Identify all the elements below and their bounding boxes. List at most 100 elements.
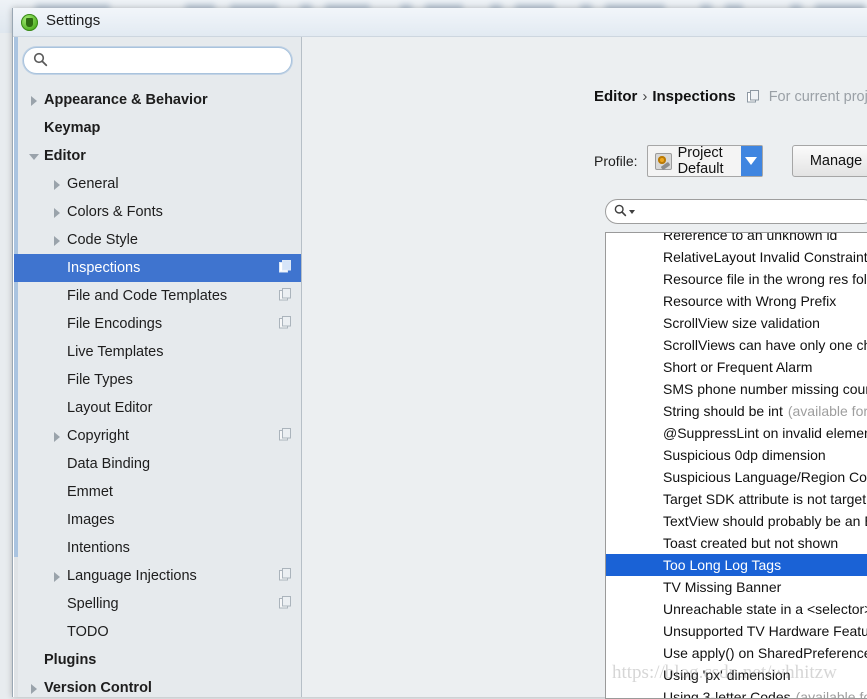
chevron-down-icon[interactable] (741, 146, 762, 176)
search-box[interactable] (23, 47, 292, 74)
sidebar-item-emmet[interactable]: Emmet (14, 478, 301, 506)
sidebar-item-file-encodings[interactable]: File Encodings (14, 310, 301, 338)
chevron-right-icon[interactable] (28, 94, 41, 107)
filter-input[interactable] (635, 203, 867, 220)
copy-icon[interactable] (279, 568, 292, 584)
breadcrumb-separator: › (642, 88, 648, 105)
sidebar-item-intentions[interactable]: Intentions (14, 534, 301, 562)
inspection-name: Suspicious 0dp dimension (663, 447, 826, 463)
sidebar-item-label: Language Injections (67, 568, 197, 584)
sidebar-item-label: Colors & Fonts (67, 204, 163, 220)
copy-icon[interactable] (279, 260, 292, 276)
copy-icon[interactable] (279, 288, 292, 304)
sidebar-item-file-types[interactable]: File Types (14, 366, 301, 394)
inspection-row[interactable]: RelativeLayout Invalid Constraints (606, 246, 867, 268)
inspection-row[interactable]: TV Missing Banner (606, 576, 867, 598)
inspection-row[interactable]: Short or Frequent Alarm (606, 356, 867, 378)
inspection-row[interactable]: ScrollViews can have only one child (606, 334, 867, 356)
sidebar-item-label: Live Templates (67, 344, 164, 360)
sidebar-item-file-and-code-templates[interactable]: File and Code Templates (14, 282, 301, 310)
sidebar-search-container (14, 37, 301, 80)
chevron-right-icon[interactable] (51, 234, 64, 247)
sidebar-item-label: File Types (67, 372, 133, 388)
inspection-row[interactable]: Suspicious Language/Region Combination(a… (606, 466, 867, 488)
inspection-row[interactable]: Use apply() on SharedPreferences (606, 642, 867, 664)
inspection-row[interactable]: Toast created but not shown (606, 532, 867, 554)
sidebar-item-label: Appearance & Behavior (44, 92, 208, 108)
filter-search-box[interactable] (605, 199, 867, 224)
copy-icon (746, 90, 760, 103)
chevron-right-icon[interactable] (51, 430, 64, 443)
android-studio-icon (21, 14, 38, 31)
sidebar-item-todo[interactable]: TODO (14, 618, 301, 646)
sidebar-item-images[interactable]: Images (14, 506, 301, 534)
settings-sidebar: Appearance & Behavior Keymap Editor General… (13, 37, 302, 697)
inspection-name: Short or Frequent Alarm (663, 359, 813, 375)
search-icon (614, 204, 627, 220)
inspection-name: Unreachable state in a <selector> (663, 601, 867, 617)
inspection-name: RelativeLayout Invalid Constraints (663, 249, 867, 265)
inspection-profile-icon (654, 152, 672, 170)
inspection-row[interactable]: Reference to an unknown id (606, 233, 867, 246)
breadcrumb-parent[interactable]: Editor (594, 88, 637, 105)
manage-button[interactable]: Manage (791, 145, 867, 177)
sidebar-item-inspections[interactable]: Inspections (14, 254, 301, 282)
copy-icon[interactable] (279, 316, 292, 332)
inspection-name: Resource with Wrong Prefix (663, 293, 837, 309)
inspection-row[interactable]: Using 'px' dimension (606, 664, 867, 686)
sidebar-item-colors-fonts[interactable]: Colors & Fonts (14, 198, 301, 226)
chevron-right-icon[interactable] (51, 206, 64, 219)
sidebar-item-version-control[interactable]: Version Control (14, 674, 301, 697)
chevron-right-icon[interactable] (51, 570, 64, 583)
sidebar-item-general[interactable]: General (14, 170, 301, 198)
chevron-right-icon[interactable] (51, 178, 64, 191)
inspection-row[interactable]: ScrollView size validation (606, 312, 867, 334)
page-title: Inspections (652, 88, 736, 105)
inspection-row[interactable]: TextView should probably be an EditText … (606, 510, 867, 532)
inspection-name: SMS phone number missing country code (663, 381, 867, 397)
inspections-list[interactable]: Reference to an unknown id RelativeLayout… (605, 232, 867, 699)
sidebar-item-label: File Encodings (67, 316, 163, 332)
sidebar-item-copyright[interactable]: Copyright (14, 422, 301, 450)
inspection-row[interactable]: Using 3-letter Codes (available for Analy… (606, 686, 867, 699)
copy-icon[interactable] (279, 428, 292, 444)
inspection-row[interactable]: Unreachable state in a <selector> (606, 598, 867, 620)
sidebar-item-label: Plugins (44, 652, 97, 668)
profile-combobox[interactable]: Project Default (646, 145, 763, 177)
inspection-row[interactable]: Too Long Log Tags (606, 554, 867, 576)
inspections-toolbar (605, 199, 867, 224)
chevron-right-icon[interactable] (28, 682, 41, 695)
inspection-name: Resource file in the wrong res folder (663, 271, 867, 287)
sidebar-item-language-injections[interactable]: Language Injections (14, 562, 301, 590)
inspection-row[interactable]: Resource with Wrong Prefix (606, 290, 867, 312)
search-input[interactable] (48, 52, 291, 69)
inspection-row[interactable]: Resource file in the wrong res folder (606, 268, 867, 290)
inspection-row[interactable]: String should be int(available for Analy… (606, 400, 867, 422)
copy-icon[interactable] (279, 596, 292, 612)
sidebar-item-live-templates[interactable]: Live Templates (14, 338, 301, 366)
sidebar-item-plugins[interactable]: Plugins (14, 646, 301, 674)
sidebar-item-keymap[interactable]: Keymap (14, 114, 301, 142)
sidebar-item-label: Layout Editor (67, 400, 153, 416)
inspection-row[interactable]: Suspicious 0dp dimension (606, 444, 867, 466)
sidebar-item-appearance-behavior[interactable]: Appearance & Behavior (14, 86, 301, 114)
sidebar-item-code-style[interactable]: Code Style (14, 226, 301, 254)
inspection-row[interactable]: Target SDK attribute is not targeting la… (606, 488, 867, 510)
sidebar-item-layout-editor[interactable]: Layout Editor (14, 394, 301, 422)
chevron-down-icon[interactable] (28, 150, 41, 163)
inspection-availability-note: (available for Analyze|Inspect (795, 689, 867, 699)
inspection-row[interactable]: @SuppressLint on invalid element (606, 422, 867, 444)
profile-label: Profile: (594, 153, 638, 169)
sidebar-item-spelling[interactable]: Spelling (14, 590, 301, 618)
inspection-name: Unsupported TV Hardware Feature (663, 623, 867, 639)
sidebar-item-editor[interactable]: Editor (14, 142, 301, 170)
sidebar-item-data-binding[interactable]: Data Binding (14, 450, 301, 478)
inspection-row[interactable]: Unsupported TV Hardware Feature (606, 620, 867, 642)
inspection-row[interactable]: SMS phone number missing country code (606, 378, 867, 400)
